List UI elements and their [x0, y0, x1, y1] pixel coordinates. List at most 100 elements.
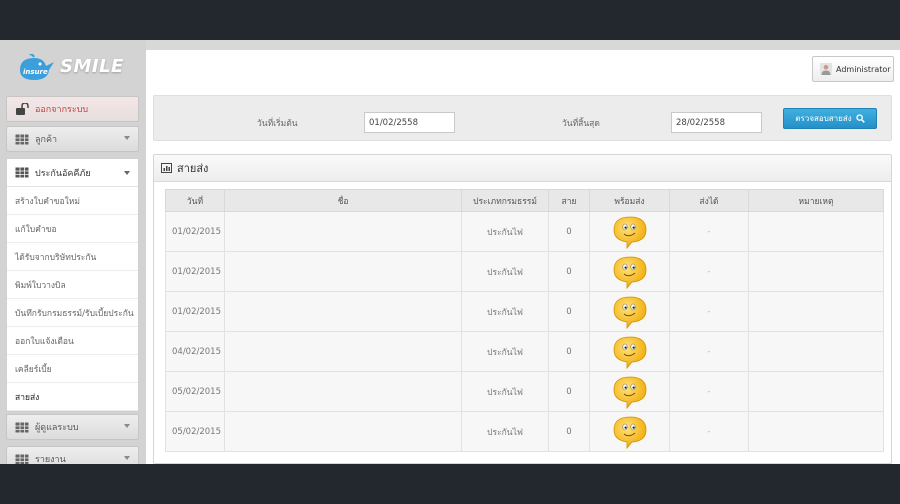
- table-row[interactable]: 01/02/2015 ประกันไฟ 0 -: [165, 291, 884, 332]
- name-cell: [224, 331, 462, 372]
- note-cell: [748, 371, 884, 412]
- check-shipping-label: ตรวจสอบสายส่ง: [795, 114, 852, 123]
- line-cell: 0: [548, 211, 590, 252]
- shipping-table: วันที่ ชื่อ ประเภทกรมธรรม์ สาย พร้อมส่ง …: [165, 189, 884, 452]
- line-cell: 0: [548, 251, 590, 292]
- note-cell: [748, 291, 884, 332]
- user-name: Administrator: [836, 64, 891, 74]
- ready-cell[interactable]: [589, 251, 670, 292]
- name-cell: [224, 211, 462, 252]
- table-body: 01/02/2015 ประกันไฟ 0-01/02/2015 ประกันไฟ 0-…: [165, 211, 884, 452]
- smiley-speech-icon: [613, 296, 646, 329]
- table-icon: [15, 133, 29, 145]
- sidebar-item-label: ประกันอัคคีภัย: [35, 168, 91, 179]
- panel-header: สายส่ง: [154, 155, 891, 182]
- bar-chart-icon: [161, 163, 172, 173]
- sent-cell: -: [669, 411, 749, 452]
- ready-cell[interactable]: [589, 331, 670, 372]
- logo: insure SMILE: [16, 52, 126, 84]
- column-header[interactable]: วันที่: [165, 189, 225, 212]
- chevron-down-icon: [124, 456, 130, 460]
- column-header[interactable]: พร้อมส่ง: [589, 189, 670, 212]
- sent-cell: -: [669, 251, 749, 292]
- table-row[interactable]: 05/02/2015 ประกันไฟ 0 -: [165, 411, 884, 452]
- date-filter-bar: วันที่เริ่มต้น วันที่สิ้นสุด ตรวจสอบสายส…: [153, 95, 892, 141]
- submenu-item-record-policy[interactable]: บันทึกรับกรมธรรม์/รับเบี้ยประกัน: [7, 299, 138, 327]
- date-cell: 04/02/2015: [165, 331, 225, 372]
- line-cell: 0: [548, 411, 590, 452]
- policy-type-cell: ประกันไฟ: [461, 251, 549, 292]
- logo-badge: insure: [23, 68, 48, 76]
- date-cell: 01/02/2015: [165, 211, 225, 252]
- smiley-speech-icon: [613, 216, 646, 249]
- sidebar: insure SMILE ออกจากระบบ ลูกค้า ประกันอัค…: [0, 40, 146, 464]
- column-header[interactable]: สาย: [548, 189, 590, 212]
- sidebar-item-customers[interactable]: ลูกค้า: [6, 126, 139, 152]
- submenu-item-received[interactable]: ได้รับจากบริษัทประกัน: [7, 243, 138, 271]
- end-date-label: วันที่สิ้นสุด: [562, 119, 600, 129]
- logo-brand: SMILE: [60, 56, 124, 77]
- column-header[interactable]: ประเภทกรมธรรม์: [461, 189, 549, 212]
- policy-type-cell: ประกันไฟ: [461, 371, 549, 412]
- table-icon: [15, 453, 29, 464]
- table-row[interactable]: 04/02/2015 ประกันไฟ 0 -: [165, 331, 884, 372]
- date-cell: 05/02/2015: [165, 411, 225, 452]
- date-cell: 01/02/2015: [165, 291, 225, 332]
- sent-cell: -: [669, 331, 749, 372]
- sent-cell: -: [669, 371, 749, 412]
- sidebar-item-label: รายงาน: [35, 455, 66, 464]
- sidebar-item-report[interactable]: รายงาน: [6, 446, 139, 464]
- submenu-item-edit-request[interactable]: แก้ใบคำขอ: [7, 215, 138, 243]
- sidebar-item-label: ลูกค้า: [35, 135, 58, 145]
- smiley-speech-icon: [613, 256, 646, 289]
- line-cell: 0: [548, 291, 590, 332]
- smiley-speech-icon: [613, 376, 646, 409]
- date-cell: 01/02/2015: [165, 251, 225, 292]
- smiley-speech-icon: [613, 336, 646, 369]
- end-date-input[interactable]: [671, 112, 762, 133]
- sidebar-item-insurance[interactable]: ประกันอัคคีภัย: [7, 159, 138, 187]
- table-row[interactable]: 01/02/2015 ประกันไฟ 0 -: [165, 211, 884, 252]
- note-cell: [748, 251, 884, 292]
- submenu-item-shipping-line[interactable]: สายส่ง: [7, 383, 138, 411]
- note-cell: [748, 411, 884, 452]
- chevron-down-icon: [124, 136, 130, 140]
- sidebar-item-label: ผู้ดูแลระบบ: [35, 423, 79, 433]
- check-shipping-button[interactable]: ตรวจสอบสายส่ง: [783, 108, 877, 129]
- name-cell: [224, 371, 462, 412]
- start-date-input[interactable]: [364, 112, 455, 133]
- column-header[interactable]: ชื่อ: [224, 189, 462, 212]
- sent-cell: -: [669, 211, 749, 252]
- line-cell: 0: [548, 331, 590, 372]
- insurance-submenu: ประกันอัคคีภัย สร้างใบคำขอใหม่ แก้ใบคำขอ…: [6, 158, 139, 412]
- table-row[interactable]: 01/02/2015 ประกันไฟ 0 -: [165, 251, 884, 292]
- start-date-label: วันที่เริ่มต้น: [257, 119, 298, 129]
- policy-type-cell: ประกันไฟ: [461, 331, 549, 372]
- logout-button[interactable]: ออกจากระบบ: [6, 96, 139, 122]
- unlock-icon: [16, 103, 29, 115]
- policy-type-cell: ประกันไฟ: [461, 411, 549, 452]
- sent-cell: -: [669, 291, 749, 332]
- ready-cell[interactable]: [589, 291, 670, 332]
- ready-cell[interactable]: [589, 411, 670, 452]
- ready-cell[interactable]: [589, 211, 670, 252]
- column-header[interactable]: หมายเหตุ: [748, 189, 884, 212]
- sidebar-item-admin[interactable]: ผู้ดูแลระบบ: [6, 414, 139, 440]
- main-content: Administrator วันที่เริ่มต้น วันที่สิ้นส…: [146, 50, 900, 464]
- policy-type-cell: ประกันไฟ: [461, 291, 549, 332]
- submenu-item-print-bill[interactable]: พิมพ์ใบวางบิล: [7, 271, 138, 299]
- user-icon: [820, 63, 832, 75]
- submenu-item-clear-premium[interactable]: เคลียร์เบี้ย: [7, 355, 138, 383]
- submenu-item-new-request[interactable]: สร้างใบคำขอใหม่: [7, 187, 138, 215]
- submenu-item-notice[interactable]: ออกใบแจ้งเตือน: [7, 327, 138, 355]
- user-menu-button[interactable]: Administrator: [812, 56, 894, 82]
- name-cell: [224, 411, 462, 452]
- name-cell: [224, 251, 462, 292]
- table-row[interactable]: 05/02/2015 ประกันไฟ 0 -: [165, 371, 884, 412]
- search-icon: [855, 114, 865, 123]
- smiley-speech-icon: [613, 416, 646, 449]
- column-header[interactable]: ส่งได้: [669, 189, 749, 212]
- line-cell: 0: [548, 371, 590, 412]
- ready-cell[interactable]: [589, 371, 670, 412]
- app-screen: insure SMILE ออกจากระบบ ลูกค้า ประกันอัค…: [0, 40, 900, 464]
